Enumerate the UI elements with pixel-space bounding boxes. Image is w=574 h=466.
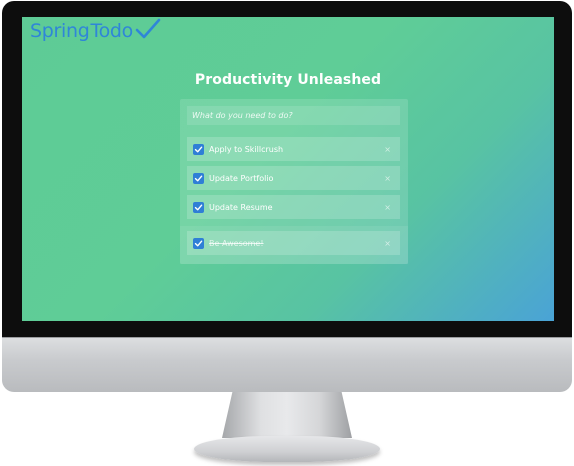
new-todo-input[interactable] [187,106,400,125]
todo-item[interactable]: Update Portfolio × [187,166,400,190]
todo-label: Update Portfolio [209,173,274,183]
checkmark-icon [194,146,203,152]
logo-text-todo: Todo [90,20,134,42]
monitor-stand-base [194,436,380,462]
todo-label: Apply to Skillcrush [209,144,284,154]
todo-panel: Apply to Skillcrush × Update Portfolio ×… [180,99,408,264]
todo-item[interactable]: Update Resume × [187,195,400,219]
todo-checkbox[interactable] [193,201,204,213]
todo-item[interactable]: Apply to Skillcrush × [187,137,400,161]
app-logo[interactable]: Spring Todo [30,18,161,42]
checkmark-icon [135,18,161,39]
todo-checkbox[interactable] [193,172,204,184]
remove-todo-icon[interactable]: × [384,145,391,154]
page-title: Productivity Unleashed [194,72,382,88]
todo-item-completed[interactable]: Be Awesome! × [187,231,400,255]
todo-label: Be Awesome! [209,238,264,248]
monitor: Spring Todo Productivity Unleashed Apply… [0,0,574,466]
todo-label: Update Resume [209,202,273,212]
checkmark-icon [194,204,203,210]
todo-checkbox[interactable] [193,237,204,249]
checkmark-icon [194,240,203,246]
monitor-stand-neck [222,392,352,438]
checkmark-icon [194,175,203,181]
remove-todo-icon[interactable]: × [384,174,391,183]
todo-checkbox[interactable] [193,143,204,155]
remove-todo-icon[interactable]: × [384,203,391,212]
remove-todo-icon[interactable]: × [384,239,391,248]
app-screen: Spring Todo Productivity Unleashed Apply… [22,17,554,321]
logo-text-spring: Spring [30,20,90,42]
monitor-chin [2,337,572,392]
